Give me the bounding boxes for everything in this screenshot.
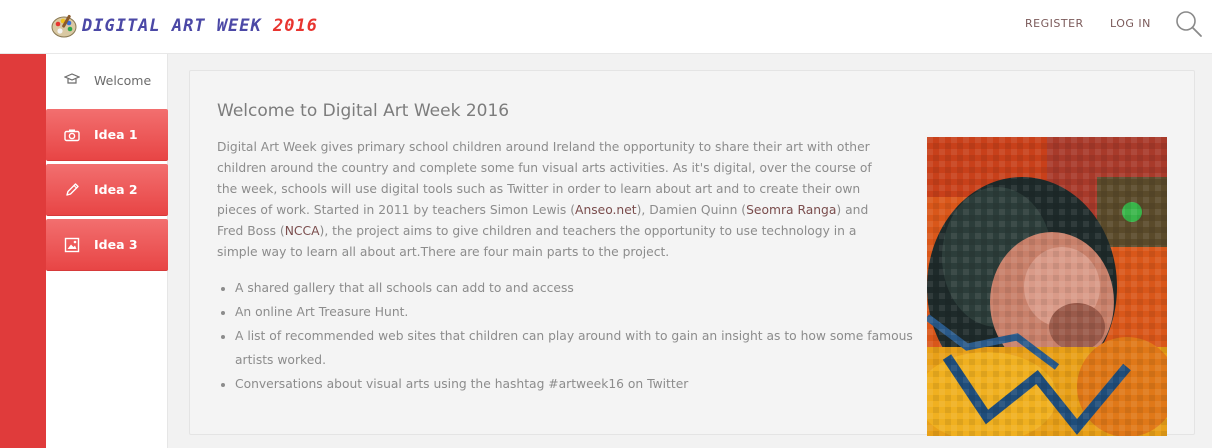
sidebar-item-idea-2[interactable]: Idea 2: [46, 164, 168, 216]
sidebar-item-label: Welcome: [94, 72, 152, 88]
pixel-art-portrait-image: [927, 137, 1167, 436]
site-header: DIGITAL ART WEEK 2016 REGISTER LOG IN: [0, 0, 1212, 54]
logo-year: 2016: [273, 16, 318, 36]
camera-icon: [64, 127, 80, 143]
sidebar-item-idea-1[interactable]: Idea 1: [46, 109, 168, 161]
project-parts-list: A shared gallery that all schools can ad…: [217, 276, 915, 396]
list-item: A list of recommended web sites that chi…: [235, 324, 915, 372]
logo-text: DIGITAL ART WEEK 2016: [82, 16, 318, 36]
list-item: A shared gallery that all schools can ad…: [235, 276, 915, 300]
intro-paragraph: Digital Art Week gives primary school ch…: [217, 137, 892, 263]
mortarboard-icon: [64, 72, 80, 88]
sidebar-item-label: Idea 2: [94, 182, 138, 197]
anseo-link[interactable]: Anseo.net: [575, 203, 637, 217]
search-icon[interactable]: [1174, 9, 1204, 39]
pencil-icon: [64, 182, 80, 198]
left-accent-strip: [0, 54, 46, 448]
palette-icon: [51, 14, 77, 38]
register-link[interactable]: REGISTER: [1025, 17, 1084, 30]
welcome-card: Welcome to Digital Art Week 2016 Digital…: [189, 70, 1195, 436]
list-item: Conversations about visual arts using th…: [235, 372, 915, 396]
sidebar-item-welcome[interactable]: Welcome: [46, 55, 168, 105]
intro-text-2: ), Damien Quinn (: [636, 203, 747, 217]
logo-title: DIGITAL ART WEEK: [82, 16, 273, 36]
sidebar: Welcome Idea 1 Idea 2 Idea 3: [46, 54, 168, 448]
page-title: Welcome to Digital Art Week 2016: [217, 101, 510, 121]
picture-icon: [64, 237, 80, 253]
list-item: An online Art Treasure Hunt.: [235, 300, 915, 324]
ncca-link[interactable]: NCCA: [285, 224, 320, 238]
site-logo[interactable]: DIGITAL ART WEEK 2016: [50, 8, 318, 44]
sidebar-item-label: Idea 1: [94, 127, 138, 142]
seomra-ranga-link[interactable]: Seomra Ranga: [746, 203, 836, 217]
sidebar-item-idea-3[interactable]: Idea 3: [46, 219, 168, 271]
login-link[interactable]: LOG IN: [1110, 17, 1151, 30]
sidebar-item-label: Idea 3: [94, 237, 138, 252]
